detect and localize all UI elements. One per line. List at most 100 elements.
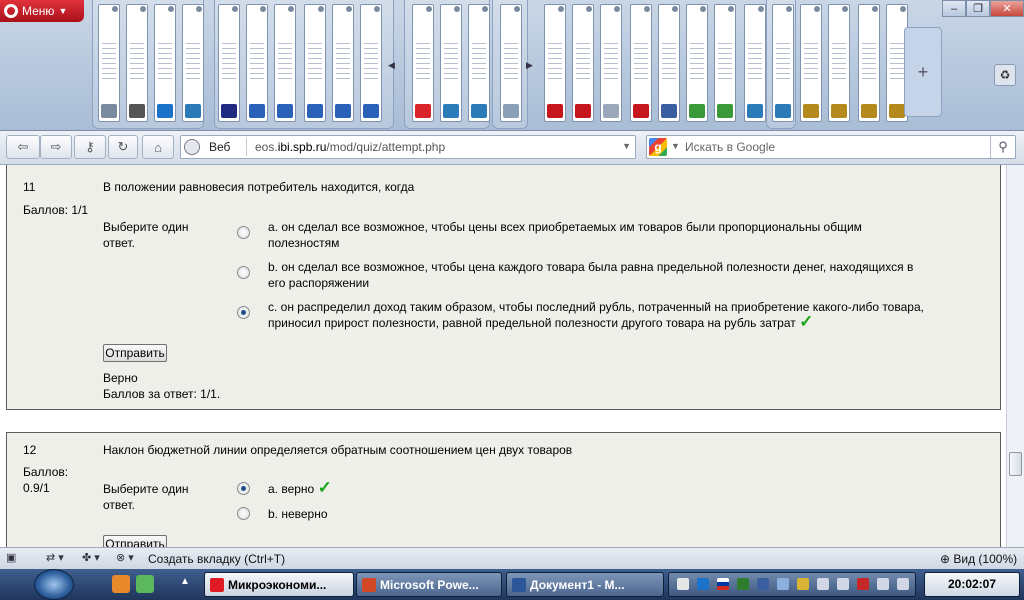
scroll-right-icon[interactable]: ▶: [526, 60, 533, 71]
zoom-control[interactable]: ⊕ Вид (100%): [940, 552, 1017, 566]
language-flag-icon[interactable]: [717, 578, 729, 590]
wand-button[interactable]: ⚷: [74, 135, 106, 159]
tab-close-dot-icon[interactable]: [700, 6, 706, 12]
answer-option[interactable]: a. верно ✓: [237, 479, 927, 497]
clock[interactable]: 20:02:07: [924, 572, 1020, 597]
minimize-button[interactable]: –: [942, 0, 966, 17]
tab-thumbnail[interactable]: [772, 4, 794, 122]
opera-menu-button[interactable]: Меню ▼: [0, 0, 84, 22]
closed-tabs-trash-button[interactable]: ♻: [994, 64, 1016, 86]
taskbar-task-button[interactable]: Документ1 - М...: [506, 572, 664, 597]
tab-close-dot-icon[interactable]: [814, 6, 820, 12]
tray-icon[interactable]: [757, 578, 769, 590]
answer-radio-selected[interactable]: [237, 482, 250, 495]
tray-icon[interactable]: [677, 578, 689, 590]
maximize-button[interactable]: ❐: [966, 0, 990, 17]
vertical-scrollbar[interactable]: [1006, 165, 1024, 547]
tab-close-dot-icon[interactable]: [426, 6, 432, 12]
tab-close-dot-icon[interactable]: [112, 6, 118, 12]
tab-close-dot-icon[interactable]: [140, 6, 146, 12]
tab-close-dot-icon[interactable]: [900, 6, 906, 12]
tab-close-dot-icon[interactable]: [482, 6, 488, 12]
sync-icon[interactable]: ⇄ ▾: [46, 551, 64, 565]
tray-icon[interactable]: [737, 578, 749, 590]
new-tab-button[interactable]: +: [904, 27, 942, 117]
answer-option[interactable]: b. он сделал все возможное, чтобы цена к…: [237, 259, 927, 291]
tab-thumbnail[interactable]: [412, 4, 434, 122]
address-dropdown-icon[interactable]: ▼: [622, 141, 631, 151]
start-button[interactable]: [34, 569, 74, 600]
tab-thumbnail[interactable]: [440, 4, 462, 122]
tab-thumbnail[interactable]: [686, 4, 708, 122]
tab-close-dot-icon[interactable]: [842, 6, 848, 12]
tab-close-dot-icon[interactable]: [168, 6, 174, 12]
answer-option[interactable]: c. он распределил доход таким образом, ч…: [237, 299, 927, 331]
answer-radio[interactable]: [237, 507, 250, 520]
turbo-icon[interactable]: ⊗ ▾: [116, 551, 134, 565]
scroll-left-icon[interactable]: ◀: [388, 60, 395, 71]
panel-toggle-icon[interactable]: ▣: [6, 551, 16, 565]
chevron-up-icon[interactable]: ▲: [180, 576, 190, 587]
tab-thumbnail[interactable]: [126, 4, 148, 122]
tab-thumbnail[interactable]: [500, 4, 522, 122]
taskbar-task-button[interactable]: Микроэкономи...: [204, 572, 354, 597]
tab-thumbnail[interactable]: [858, 4, 880, 122]
tab-thumbnail[interactable]: [360, 4, 382, 122]
tab-close-dot-icon[interactable]: [728, 6, 734, 12]
submit-button[interactable]: Отправить: [103, 535, 167, 547]
tab-thumbnail[interactable]: [600, 4, 622, 122]
tab-close-dot-icon[interactable]: [872, 6, 878, 12]
tab-thumbnail[interactable]: [714, 4, 736, 122]
tray-icon[interactable]: [897, 578, 909, 590]
taskbar-task-button[interactable]: Microsoft Powe...: [356, 572, 502, 597]
reload-button[interactable]: ↻: [108, 135, 138, 159]
answer-radio-selected[interactable]: [237, 306, 250, 319]
tab-close-dot-icon[interactable]: [514, 6, 520, 12]
search-button[interactable]: ⚲: [990, 136, 1015, 158]
volume-icon[interactable]: [837, 578, 849, 590]
quick-launch-icon[interactable]: [112, 575, 130, 593]
unite-icon[interactable]: ✤ ▾: [82, 551, 100, 565]
tab-close-dot-icon[interactable]: [454, 6, 460, 12]
tab-thumbnail[interactable]: [544, 4, 566, 122]
home-button[interactable]: ⌂: [142, 135, 174, 159]
tray-icon[interactable]: [777, 578, 789, 590]
tab-close-dot-icon[interactable]: [374, 6, 380, 12]
back-button[interactable]: ⇦: [6, 135, 40, 159]
answer-radio[interactable]: [237, 226, 250, 239]
tab-thumbnail[interactable]: [246, 4, 268, 122]
tab-close-dot-icon[interactable]: [558, 6, 564, 12]
tab-thumbnail[interactable]: [182, 4, 204, 122]
quick-launch-icon[interactable]: [136, 575, 154, 593]
answer-option[interactable]: a. он сделал все возможное, чтобы цены в…: [237, 219, 927, 251]
tab-close-dot-icon[interactable]: [758, 6, 764, 12]
tab-close-dot-icon[interactable]: [786, 6, 792, 12]
tab-close-dot-icon[interactable]: [614, 6, 620, 12]
tray-icon[interactable]: [697, 578, 709, 590]
tab-thumbnail[interactable]: [658, 4, 680, 122]
tab-close-dot-icon[interactable]: [346, 6, 352, 12]
answer-option[interactable]: b. неверно: [237, 506, 927, 522]
tab-thumbnail[interactable]: [744, 4, 766, 122]
search-field[interactable]: g ▼ Искать в Google ⚲: [646, 135, 1016, 159]
tab-close-dot-icon[interactable]: [288, 6, 294, 12]
tab-close-dot-icon[interactable]: [672, 6, 678, 12]
tab-thumbnail[interactable]: [630, 4, 652, 122]
google-icon[interactable]: g: [649, 138, 667, 156]
answer-radio[interactable]: [237, 266, 250, 279]
tray-icon[interactable]: [857, 578, 869, 590]
tab-close-dot-icon[interactable]: [260, 6, 266, 12]
address-field[interactable]: Веб eos.ibi.spb.ru/mod/quiz/attempt.php …: [180, 135, 636, 159]
tab-close-dot-icon[interactable]: [586, 6, 592, 12]
search-engine-dropdown-icon[interactable]: ▼: [671, 141, 680, 151]
tab-thumbnail[interactable]: [154, 4, 176, 122]
tab-thumbnail[interactable]: [332, 4, 354, 122]
tray-icon[interactable]: [877, 578, 889, 590]
tab-thumbnail[interactable]: [572, 4, 594, 122]
tab-thumbnail[interactable]: [828, 4, 850, 122]
tray-icon[interactable]: [797, 578, 809, 590]
close-button[interactable]: ✕: [990, 0, 1024, 17]
tab-thumbnail[interactable]: [274, 4, 296, 122]
tab-thumbnail[interactable]: [218, 4, 240, 122]
tab-close-dot-icon[interactable]: [644, 6, 650, 12]
